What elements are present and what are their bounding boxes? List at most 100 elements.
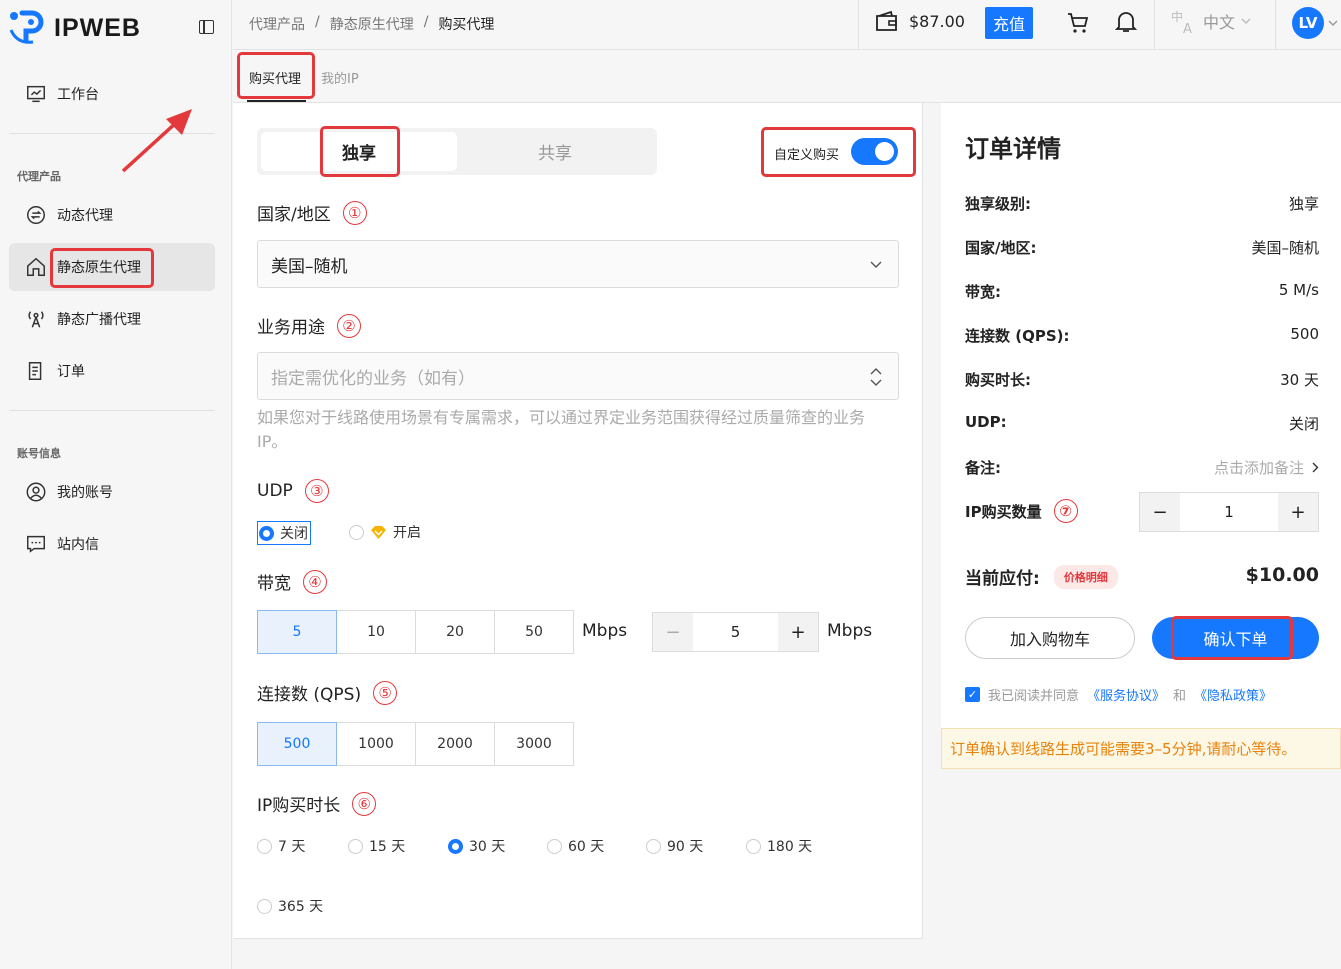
- increment-button[interactable]: +: [1278, 493, 1318, 531]
- chevron-updown-icon: [870, 368, 882, 386]
- qps-label: 连接数 (QPS) ⑤: [257, 680, 398, 705]
- order-title: 订单详情: [965, 135, 1061, 163]
- duration-radio[interactable]: 15 天: [348, 836, 405, 856]
- segment-shared[interactable]: 共享: [457, 132, 653, 171]
- sidebar-item-orders[interactable]: 订单: [9, 347, 215, 395]
- processing-notice: 订单确认到线路生成可能需要3–5分钟,请耐心等待。: [941, 728, 1341, 769]
- order-details-panel: 订单详情 独享级别: 独享 国家/地区: 美国–随机 带宽: 5 M/s 连接数 (Q…: [941, 103, 1341, 769]
- sidebar-item-label: 静态广播代理: [57, 312, 141, 328]
- sidebar-item-messages[interactable]: 站内信: [9, 520, 215, 568]
- radio-dot: [257, 898, 272, 914]
- sidebar-item-label: 站内信: [57, 537, 99, 553]
- radio-label: 90 天: [667, 839, 704, 855]
- section-title-proxy: 代理产品: [17, 170, 61, 183]
- divider: [1154, 0, 1155, 49]
- qps-option[interactable]: 1000: [336, 722, 416, 766]
- duration-radio[interactable]: 180 天: [746, 836, 812, 856]
- qty-value[interactable]: 1: [1180, 493, 1278, 531]
- bandwidth-unit: Mbps: [582, 621, 628, 641]
- sidebar-item-dynamic-proxy[interactable]: 动态代理: [9, 191, 215, 239]
- label-text: 连接数 (QPS): [257, 685, 362, 705]
- privacy-policy-link[interactable]: 《隐私政策》: [1194, 685, 1272, 704]
- radio-label: 30 天: [469, 839, 506, 855]
- duration-radio[interactable]: 90 天: [646, 836, 703, 856]
- translate-icon: 中A: [1171, 9, 1192, 34]
- row-key: 独享级别:: [965, 195, 1031, 213]
- service-agreement-link[interactable]: 《服务协议》: [1087, 685, 1165, 704]
- step-number: ③: [304, 479, 329, 503]
- cart-icon[interactable]: [1066, 11, 1090, 35]
- radio-dot: [257, 838, 272, 854]
- radio-dot: [348, 838, 363, 854]
- order-row: 独享级别: 独享: [965, 193, 1319, 214]
- decrement-button[interactable]: −: [653, 613, 693, 651]
- wallet-balance: $87.00: [875, 10, 965, 32]
- radio-label: 365 天: [278, 899, 324, 915]
- udp-off-radio[interactable]: 关闭: [257, 521, 311, 545]
- bell-icon[interactable]: [1115, 10, 1137, 34]
- sidebar-item-static-broadcast-proxy[interactable]: 静态广播代理: [9, 295, 215, 343]
- divider: [1275, 0, 1276, 49]
- breadcrumb-item[interactable]: 静态原生代理: [330, 14, 414, 34]
- logo[interactable]: IPWEB: [8, 10, 141, 46]
- top-header: 代理产品 / 静态原生代理 / 购买代理 $87.00 充值 中A 中文 LV: [233, 0, 1341, 50]
- breadcrumb: 代理产品 / 静态原生代理 / 购买代理: [249, 14, 494, 34]
- usage-select[interactable]: 指定需优化的业务（如有）: [257, 352, 899, 400]
- divider: [858, 0, 859, 49]
- radio-dot: [448, 838, 463, 854]
- step-number: ⑥: [352, 791, 377, 816]
- row-key: 备注:: [965, 459, 1001, 477]
- radio-dot: [259, 525, 274, 541]
- avatar[interactable]: LV: [1292, 7, 1324, 39]
- row-value: 关闭: [1288, 415, 1319, 433]
- price-detail-badge[interactable]: 价格明细: [1053, 564, 1118, 589]
- duration-radio[interactable]: 30 天: [448, 836, 505, 856]
- bandwidth-option[interactable]: 10: [336, 610, 416, 654]
- select-placeholder: 指定需优化的业务（如有）: [271, 368, 475, 389]
- radio-label: 180 天: [767, 839, 813, 855]
- purchase-form: 独享 共享 自定义购买 国家/地区 ① 美国–随机 业务用途 ② 指定需优化的业务（…: [233, 103, 923, 939]
- home-icon: [27, 257, 45, 276]
- collapse-sidebar-icon[interactable]: [199, 20, 214, 34]
- tabs-bar: 购买代理 我的IP: [233, 50, 1341, 103]
- add-note-link[interactable]: 点击添加备注: [1214, 457, 1319, 478]
- radio-dot: [547, 838, 562, 854]
- sidebar-item-label: 动态代理: [57, 208, 113, 224]
- label-text: IP购买时长: [257, 796, 341, 816]
- language-label: 中文: [1203, 13, 1236, 32]
- divider: [9, 410, 215, 411]
- duration-radio[interactable]: 7 天: [257, 836, 305, 856]
- sidebar-item-label: 订单: [57, 364, 85, 380]
- recharge-button[interactable]: 充值: [985, 7, 1033, 39]
- duration-radio[interactable]: 365 天: [257, 896, 323, 916]
- usage-label: 业务用途 ②: [257, 313, 361, 338]
- duration-label: IP购买时长 ⑥: [257, 791, 377, 816]
- udp-on-radio[interactable]: 开启: [349, 522, 421, 542]
- decrement-button[interactable]: −: [1140, 493, 1180, 531]
- order-row: UDP: 关闭: [965, 413, 1319, 434]
- bandwidth-option[interactable]: 20: [415, 610, 495, 654]
- label-text: 带宽: [257, 574, 291, 594]
- row-key: 带宽:: [965, 283, 1001, 301]
- qps-option[interactable]: 500: [257, 722, 337, 766]
- step-number: ④: [303, 569, 327, 594]
- chevron-down-icon[interactable]: [1328, 19, 1338, 27]
- wallet-icon: [876, 10, 897, 31]
- country-select[interactable]: 美国–随机: [257, 240, 899, 288]
- logo-text: IPWEB: [54, 13, 141, 42]
- bandwidth-option[interactable]: 5: [257, 610, 337, 654]
- agree-text: 我已阅读并同意: [988, 689, 1080, 704]
- language-selector[interactable]: 中A 中文: [1171, 8, 1251, 34]
- add-to-cart-button[interactable]: 加入购物车: [965, 617, 1135, 659]
- increment-button[interactable]: +: [778, 613, 818, 651]
- bandwidth-option[interactable]: 50: [494, 610, 574, 654]
- breadcrumb-item[interactable]: 代理产品: [249, 14, 305, 34]
- qps-option[interactable]: 2000: [415, 722, 495, 766]
- sidebar-item-my-account[interactable]: 我的账号: [9, 468, 215, 516]
- antenna-icon: [28, 311, 44, 328]
- duration-radio[interactable]: 60 天: [547, 836, 604, 856]
- tab-my-ip[interactable]: 我的IP: [321, 68, 359, 87]
- bandwidth-value[interactable]: 5: [693, 613, 778, 651]
- agree-checkbox[interactable]: ✓: [965, 687, 980, 702]
- qps-option[interactable]: 3000: [494, 722, 574, 766]
